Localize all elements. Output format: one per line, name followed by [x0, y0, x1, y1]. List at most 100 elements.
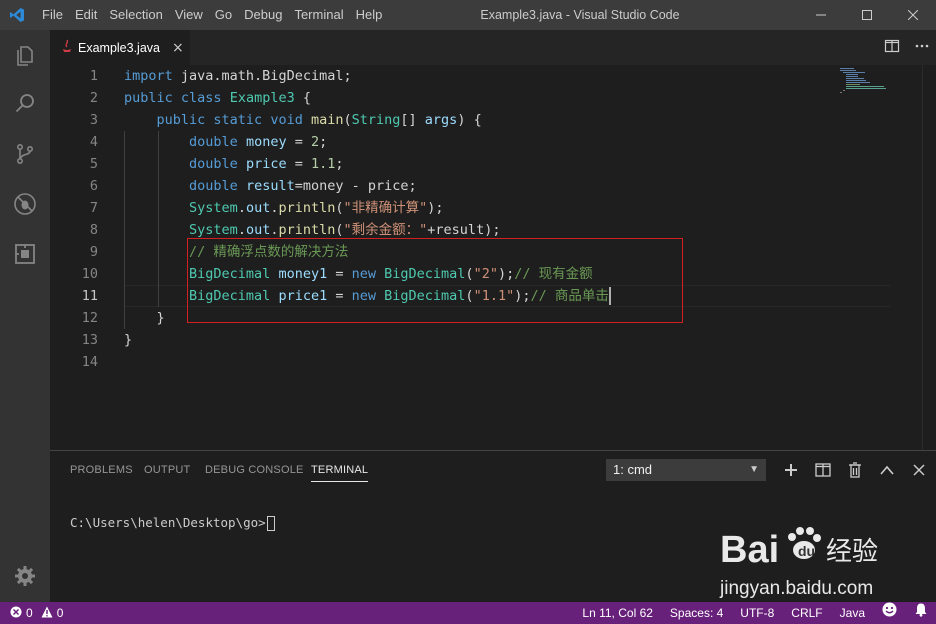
line-number: 3 — [89, 112, 98, 128]
split-terminal-icon[interactable] — [812, 459, 834, 481]
tab-example3-java[interactable]: Example3.java × — [50, 30, 190, 65]
code-token: =money - price; — [294, 178, 417, 194]
menu-debug[interactable]: Debug — [238, 0, 288, 30]
close-icon[interactable]: × — [172, 40, 184, 56]
editor-tab-bar: Example3.java × — [50, 30, 936, 65]
close-panel-icon[interactable] — [908, 459, 930, 481]
code-token: ); — [427, 200, 444, 216]
menu-help[interactable]: Help — [350, 0, 389, 30]
code-editor[interactable]: 1 2 3 4 5 6 7 8 9 10 11 12 13 14 import java.math.Big… — [50, 65, 936, 450]
panel-tab-terminal[interactable]: TERMINAL — [311, 451, 369, 489]
terminal-cursor — [266, 516, 275, 531]
settings-gear-icon[interactable] — [0, 552, 50, 600]
encoding-status[interactable]: UTF-8 — [740, 602, 774, 624]
menu-selection[interactable]: Selection — [103, 0, 168, 30]
warning-count: 0 — [56, 606, 64, 620]
menu-edit[interactable]: Edit — [69, 0, 103, 30]
menu-view[interactable]: View — [169, 0, 209, 30]
terminal-selector-dropdown[interactable]: 1: cmd ▼ — [606, 459, 766, 481]
split-editor-icon[interactable] — [884, 38, 900, 58]
feedback-smiley-icon[interactable] — [882, 602, 897, 624]
code-token: println — [278, 200, 336, 216]
code-token: "非精确计算" — [343, 200, 428, 216]
maximize-icon[interactable] — [844, 0, 890, 30]
code-token: } — [124, 332, 133, 348]
panel-actions — [780, 459, 930, 481]
explorer-icon[interactable] — [0, 32, 50, 80]
panel-tab-debug-console[interactable]: DEBUG CONSOLE — [205, 451, 304, 489]
code-token: main — [310, 112, 344, 128]
status-bar-right: Ln 11, Col 62 Spaces: 4 UTF-8 CRLF Java — [565, 602, 928, 624]
code-token: ( — [335, 222, 344, 238]
code-line[interactable]: double money = 2; — [124, 131, 904, 153]
close-icon[interactable] — [890, 0, 936, 30]
code-line[interactable]: import java.math.BigDecimal; — [124, 65, 904, 87]
code-token: out — [245, 200, 271, 216]
terminal-output[interactable]: C:\Users\helen\Desktop\go> — [70, 515, 275, 531]
problems-status[interactable]: 0 0 — [10, 602, 63, 624]
code-token: String — [351, 112, 401, 128]
code-token: +result); — [427, 222, 501, 238]
new-terminal-icon[interactable] — [780, 459, 802, 481]
indentation-status[interactable]: Spaces: 4 — [670, 602, 723, 624]
title-bar: File Edit Selection View Go Debug Terminal Help… — [0, 0, 936, 30]
menu-go[interactable]: Go — [209, 0, 238, 30]
minimap[interactable] — [840, 67, 904, 93]
code-token: Example3 — [229, 90, 295, 106]
kill-terminal-icon[interactable] — [844, 459, 866, 481]
window-controls — [798, 0, 936, 30]
notifications-bell-icon[interactable] — [914, 602, 928, 624]
more-actions-icon[interactable] — [914, 38, 930, 58]
code-line[interactable]: public static void main(String[] args) { — [124, 109, 904, 131]
code-token: System — [189, 222, 238, 238]
code-token: ; — [319, 134, 328, 150]
watermark-brand-left: Bai — [720, 529, 779, 571]
line-number: 1 — [89, 68, 98, 84]
minimize-icon[interactable] — [798, 0, 844, 30]
search-icon[interactable] — [0, 80, 50, 128]
debug-icon[interactable] — [0, 180, 50, 228]
code-line[interactable]: } — [124, 329, 904, 351]
code-line[interactable]: System.out.println("非精确计算"); — [124, 197, 904, 219]
language-mode[interactable]: Java — [840, 602, 865, 624]
source-control-icon[interactable] — [0, 130, 50, 178]
cursor-position[interactable]: Ln 11, Col 62 — [582, 602, 653, 624]
code-token: } — [124, 310, 165, 326]
code-token: "剩余金额：" — [343, 222, 428, 238]
code-token: public — [124, 90, 181, 106]
error-icon — [10, 606, 22, 621]
code-token: ( — [335, 200, 344, 216]
code-token: result — [245, 178, 295, 194]
code-line[interactable] — [124, 351, 904, 373]
line-number: 14 — [81, 354, 98, 370]
line-number: 4 — [89, 134, 98, 150]
code-lines[interactable]: import java.math.BigDecimal; public class… — [124, 65, 904, 373]
code-token: class — [180, 90, 230, 106]
menu-terminal[interactable]: Terminal — [288, 0, 349, 30]
code-line[interactable]: double result=money - price; — [124, 175, 904, 197]
code-token: out — [245, 222, 271, 238]
editor-scrollbar[interactable] — [922, 65, 936, 450]
code-token: { — [294, 90, 311, 106]
code-token: args — [424, 112, 458, 128]
extensions-icon[interactable] — [0, 230, 50, 278]
panel-tab-problems[interactable]: PROBLEMS — [70, 451, 133, 489]
watermark-url: jingyan.baidu.com — [719, 578, 873, 599]
terminal-selector-value: 1: cmd — [613, 462, 653, 477]
code-line[interactable]: double price = 1.1; — [124, 153, 904, 175]
code-token: 1.1 — [310, 156, 336, 172]
menu-bar: File Edit Selection View Go Debug Terminal Help — [36, 0, 388, 30]
code-token: import — [124, 68, 181, 84]
maximize-panel-icon[interactable] — [876, 459, 898, 481]
menu-file[interactable]: File — [36, 0, 69, 30]
baidu-watermark: Bai du 经验 jingyan.baidu.com — [718, 520, 888, 600]
line-ending-status[interactable]: CRLF — [791, 602, 822, 624]
editor-actions — [884, 30, 930, 65]
code-line[interactable]: public class Example3 { — [124, 87, 904, 109]
panel-tab-output[interactable]: OUTPUT — [144, 451, 190, 489]
annotation-highlight-box — [187, 238, 683, 323]
